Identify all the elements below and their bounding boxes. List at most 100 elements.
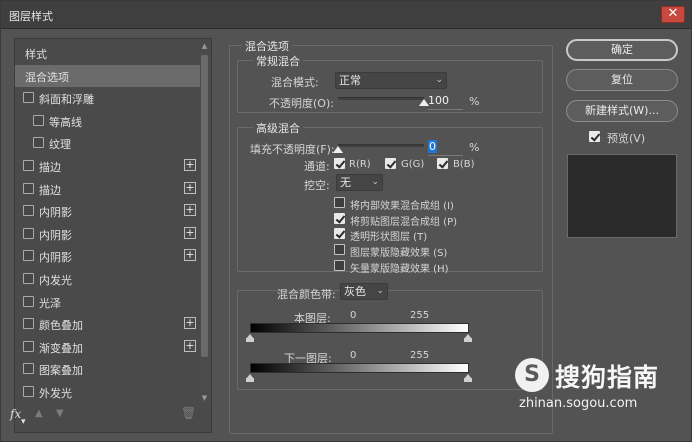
blend-if-select[interactable]: 灰色 ⌄: [340, 283, 388, 300]
style-item[interactable]: 外发光: [15, 381, 200, 403]
style-item[interactable]: 纹理: [15, 132, 200, 154]
style-item[interactable]: 颜色叠加 +: [15, 313, 200, 335]
style-item-checkbox[interactable]: [23, 183, 34, 194]
style-item-label: 内发光: [39, 274, 72, 287]
underlying-layer-gradient: [250, 363, 469, 373]
styles-footer: fx ▾ ▲ ▼ 🗑: [1, 406, 199, 433]
style-item-checkbox[interactable]: [23, 273, 34, 284]
style-item-label: 纹理: [49, 138, 71, 151]
this-layer-white-stop[interactable]: [464, 334, 472, 342]
new-style-button[interactable]: 新建样式(W)...: [566, 100, 678, 122]
style-item-label: 渐变叠加: [39, 342, 83, 355]
style-item[interactable]: 等高线: [15, 110, 200, 132]
fx-menu-icon[interactable]: ▾: [21, 417, 26, 427]
chevron-down-icon: ⌄: [376, 286, 384, 296]
channel-b-checkbox[interactable]: [437, 158, 448, 169]
style-item[interactable]: 图案叠加: [15, 358, 200, 380]
style-item-label: 描边: [39, 184, 61, 197]
style-item-checkbox[interactable]: [33, 115, 44, 126]
opacity-input[interactable]: 100: [428, 94, 463, 110]
preview-checkbox[interactable]: [589, 131, 600, 142]
style-item-checkbox[interactable]: [23, 363, 34, 374]
ok-button[interactable]: 确定: [566, 39, 678, 61]
move-up-icon[interactable]: ▲: [35, 408, 43, 419]
style-item[interactable]: 斜面和浮雕: [15, 87, 200, 109]
style-item-checkbox[interactable]: [23, 205, 34, 216]
move-down-icon[interactable]: ▼: [56, 408, 64, 419]
style-item[interactable]: 光泽: [15, 291, 200, 313]
style-item[interactable]: 内阴影 +: [15, 223, 200, 245]
style-item-checkbox[interactable]: [23, 250, 34, 261]
style-item[interactable]: 内发光: [15, 268, 200, 290]
add-effect-icon[interactable]: +: [184, 159, 196, 171]
advanced-option-checkbox[interactable]: [334, 244, 345, 255]
scroll-down-icon[interactable]: ▼: [200, 393, 209, 403]
style-item[interactable]: 混合选项: [15, 65, 200, 87]
style-item-checkbox[interactable]: [23, 296, 34, 307]
channel-g-checkbox[interactable]: [385, 158, 396, 169]
close-button[interactable]: ✕: [661, 6, 685, 23]
sogou-watermark: S 搜狗指南 zhinan.sogou.com: [515, 354, 683, 414]
style-item[interactable]: 样式: [15, 42, 200, 64]
channel-r-checkbox[interactable]: [334, 158, 345, 169]
fx-icon[interactable]: fx: [10, 407, 21, 421]
style-item-checkbox[interactable]: [23, 341, 34, 352]
advanced-option-checkbox[interactable]: [334, 228, 345, 239]
blend-if-value: 灰色: [344, 285, 366, 298]
style-item-checkbox[interactable]: [23, 228, 34, 239]
style-item-label: 内阴影: [39, 206, 72, 219]
add-effect-icon[interactable]: +: [184, 204, 196, 216]
sogou-logo-icon: S: [515, 358, 549, 392]
styles-scrollbar[interactable]: ▲ ▼: [200, 41, 209, 436]
fill-opacity-slider-thumb[interactable]: [333, 146, 343, 153]
watermark-url: zhinan.sogou.com: [519, 396, 638, 411]
trash-icon[interactable]: 🗑: [181, 406, 196, 420]
add-effect-icon[interactable]: +: [184, 182, 196, 194]
style-item-checkbox[interactable]: [23, 92, 34, 103]
underlying-layer-high: 255: [410, 350, 430, 361]
style-item-label: 内阴影: [39, 229, 72, 242]
reset-button[interactable]: 复位: [566, 69, 678, 91]
opacity-unit: %: [469, 95, 480, 108]
channel-g-label: G(G): [401, 159, 425, 170]
this-layer-black-stop[interactable]: [246, 334, 254, 342]
channel-b-label: B(B): [453, 159, 475, 170]
add-effect-icon[interactable]: +: [184, 227, 196, 239]
opacity-slider[interactable]: [338, 97, 424, 100]
style-item[interactable]: 内阴影 +: [15, 200, 200, 222]
style-item[interactable]: 内阴影 +: [15, 245, 200, 267]
this-layer-gradient: [250, 323, 469, 333]
chevron-down-icon: ⌄: [435, 75, 443, 85]
advanced-option-label: 图层蒙版隐藏效果 (S): [350, 248, 448, 259]
underlying-black-stop[interactable]: [246, 374, 254, 382]
advanced-blending-title: 高级混合: [253, 120, 303, 136]
style-item[interactable]: 渐变叠加 +: [15, 336, 200, 358]
style-item-checkbox[interactable]: [33, 137, 44, 148]
advanced-option-checkbox[interactable]: [334, 213, 345, 224]
style-item-checkbox[interactable]: [23, 160, 34, 171]
advanced-option-label: 将内部效果混合成组 (I): [350, 201, 454, 212]
advanced-option-label: 透明形状图层 (T): [350, 232, 428, 243]
scroll-up-icon[interactable]: ▲: [200, 41, 209, 51]
add-effect-icon[interactable]: +: [184, 340, 196, 352]
underlying-white-stop[interactable]: [464, 374, 472, 382]
style-item-label: 颜色叠加: [39, 319, 83, 332]
blend-if-group: [237, 290, 543, 390]
close-icon: ✕: [667, 6, 679, 21]
channels-label: 通道:: [304, 160, 330, 173]
add-effect-icon[interactable]: +: [184, 249, 196, 261]
knockout-select[interactable]: 无 ⌄: [336, 174, 383, 191]
style-item[interactable]: 描边 +: [15, 155, 200, 177]
advanced-option-checkbox[interactable]: [334, 197, 345, 208]
scroll-thumb[interactable]: [201, 55, 208, 357]
style-item-checkbox[interactable]: [23, 318, 34, 329]
blend-mode-select[interactable]: 正常 ⌄: [335, 72, 447, 89]
style-item[interactable]: 描边 +: [15, 178, 200, 200]
style-item-label: 等高线: [49, 116, 82, 129]
fill-opacity-slider[interactable]: [338, 144, 424, 147]
fill-opacity-input[interactable]: 0: [428, 140, 463, 156]
advanced-option-checkbox[interactable]: [334, 260, 345, 271]
fill-opacity-label: 填充不透明度(F):: [250, 143, 335, 156]
style-item-checkbox[interactable]: [23, 386, 34, 397]
add-effect-icon[interactable]: +: [184, 317, 196, 329]
